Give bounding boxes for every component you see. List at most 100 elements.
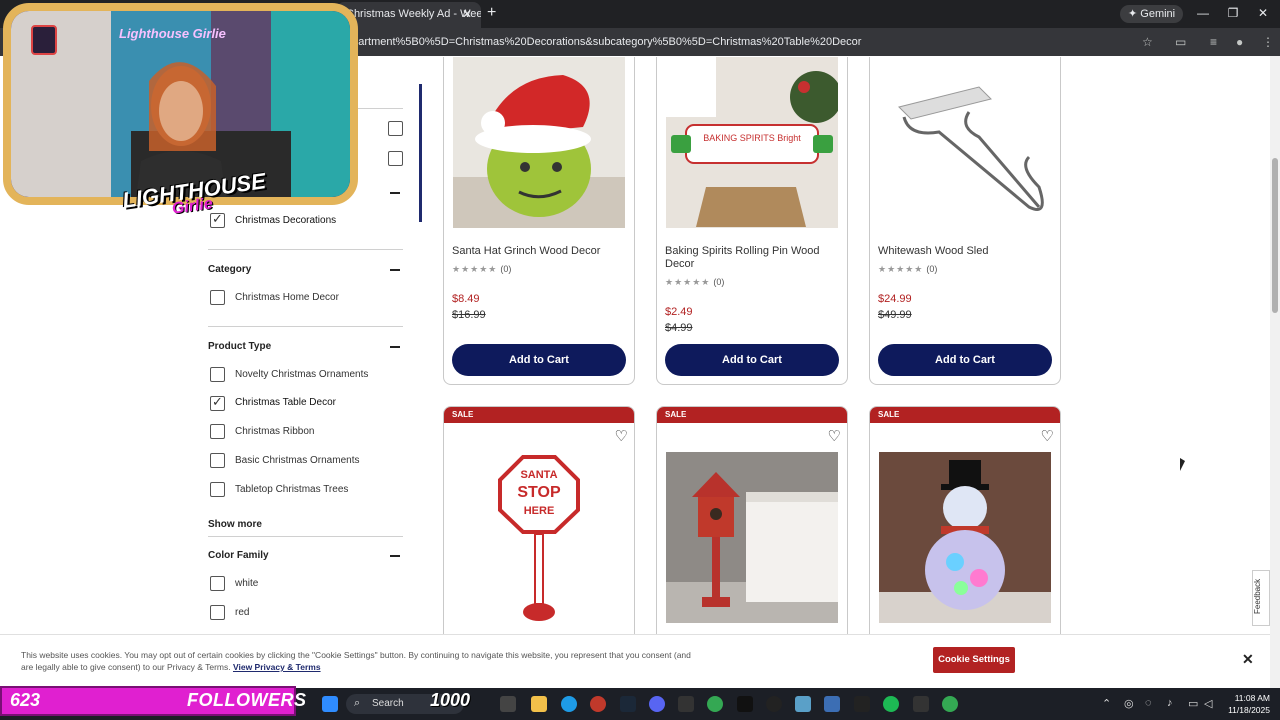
- cookie-settings-button[interactable]: Cookie Settings: [933, 647, 1015, 673]
- review-count: (0): [500, 264, 512, 274]
- privacy-terms-link[interactable]: View Privacy & Terms: [233, 662, 321, 672]
- product-image[interactable]: BAKING SPIRITS Bright: [666, 57, 838, 228]
- collapse-icon[interactable]: [390, 192, 400, 194]
- rating-stars: ★★★★★ (0): [665, 277, 725, 287]
- review-count: (0): [713, 277, 725, 287]
- product-image[interactable]: [666, 452, 838, 623]
- product-type-option: Tabletop Christmas Trees: [235, 484, 349, 495]
- department-label: Christmas Decorations: [235, 215, 337, 226]
- close-window-button[interactable]: ✕: [1253, 6, 1273, 20]
- add-to-cart-button[interactable]: Add to Cart: [452, 344, 626, 376]
- taskbar-clock[interactable]: 11:08 AM 11/18/2025: [1222, 692, 1270, 716]
- add-to-cart-button[interactable]: Add to Cart: [878, 344, 1052, 376]
- calculator-icon[interactable]: [824, 696, 840, 712]
- start-button-icon[interactable]: [322, 696, 338, 712]
- product-image[interactable]: [879, 57, 1051, 228]
- color-checkbox[interactable]: [210, 605, 225, 620]
- wishlist-heart-icon[interactable]: ♡: [615, 427, 628, 445]
- chrome-icon[interactable]: [942, 696, 958, 712]
- app-icon[interactable]: [854, 696, 870, 712]
- app-icon[interactable]: [678, 696, 694, 712]
- chrome-icon[interactable]: [707, 696, 723, 712]
- task-view-icon[interactable]: [500, 696, 516, 712]
- product-name[interactable]: Baking Spirits Rolling Pin Wood Decor: [665, 245, 843, 271]
- cookie-text: This website uses cookies. You may opt o…: [21, 650, 691, 672]
- wishlist-heart-icon[interactable]: ♡: [1041, 427, 1054, 445]
- scrollbar-thumb[interactable]: [1272, 158, 1278, 313]
- product-card[interactable]: BAKING SPIRITS Bright Baking Spirits Rol…: [656, 57, 848, 385]
- product-card[interactable]: SALE ♡ SANTA STOP HERE: [443, 406, 635, 646]
- network-icon[interactable]: ▭: [1188, 697, 1198, 710]
- discord-icon[interactable]: [649, 696, 665, 712]
- close-icon[interactable]: ✕: [1242, 651, 1254, 668]
- product-type-option: Christmas Ribbon: [235, 426, 315, 437]
- color-family-heading: Color Family: [208, 550, 269, 561]
- feedback-tab[interactable]: Feedback: [1252, 570, 1270, 626]
- tray-icon[interactable]: ◎: [1124, 697, 1134, 710]
- volume-icon[interactable]: ◁: [1204, 697, 1212, 710]
- add-to-cart-button[interactable]: Add to Cart: [665, 344, 839, 376]
- mic-icon[interactable]: ♪: [1167, 697, 1173, 709]
- collapse-icon[interactable]: [390, 346, 400, 348]
- spotify-icon[interactable]: [883, 696, 899, 712]
- tab-active[interactable]: Christmas Weekly Ad - Weekly: [336, 2, 481, 28]
- app-icon[interactable]: [913, 696, 929, 712]
- department-checkbox[interactable]: [210, 211, 225, 228]
- sale-price: $24.99: [878, 293, 912, 305]
- product-type-checkbox[interactable]: [210, 482, 225, 497]
- menu-kebab-icon[interactable]: ⋮: [1262, 35, 1274, 49]
- product-type-checkbox[interactable]: [210, 394, 225, 411]
- gemini-button[interactable]: ✦ Gemini: [1120, 5, 1184, 23]
- wishlist-heart-icon[interactable]: ♡: [828, 427, 841, 445]
- product-type-checkbox[interactable]: [210, 453, 225, 468]
- url-field[interactable]: epartment%5B0%5D=Christmas%20Decorations…: [346, 36, 861, 48]
- category-checkbox[interactable]: [210, 290, 225, 305]
- product-name[interactable]: Santa Hat Grinch Wood Decor: [452, 245, 630, 258]
- chevron-up-icon[interactable]: ⌃: [1102, 697, 1111, 710]
- tab-close-icon[interactable]: ✕: [462, 7, 472, 21]
- minimize-button[interactable]: —: [1193, 6, 1213, 20]
- category-option: Christmas Home Decor: [235, 292, 339, 303]
- show-more-link[interactable]: Show more: [208, 519, 262, 530]
- filter-checkbox[interactable]: [388, 121, 403, 136]
- cast-icon[interactable]: ▭: [1175, 35, 1186, 49]
- product-type-option: Novelty Christmas Ornaments: [235, 369, 369, 380]
- filter-divider: [208, 536, 403, 537]
- file-explorer-icon[interactable]: [531, 696, 547, 712]
- collapse-icon[interactable]: [390, 555, 400, 557]
- product-card[interactable]: Santa Hat Grinch Wood Decor ★★★★★ (0) $8.…: [443, 57, 635, 385]
- product-type-heading: Product Type: [208, 341, 272, 352]
- restore-button[interactable]: ❐: [1223, 6, 1243, 20]
- reading-list-icon[interactable]: ≡: [1210, 35, 1217, 49]
- product-image[interactable]: [453, 57, 625, 228]
- bookmark-star-icon[interactable]: ☆: [1142, 35, 1153, 49]
- sparkle-icon: ✦: [1128, 8, 1141, 20]
- profile-avatar[interactable]: ●: [1236, 35, 1243, 49]
- app-icon[interactable]: [737, 696, 753, 712]
- collapse-icon[interactable]: [390, 269, 400, 271]
- rating-stars: ★★★★★ (0): [452, 264, 512, 274]
- media-icon[interactable]: [766, 696, 782, 712]
- filter-checkbox[interactable]: [388, 151, 403, 166]
- product-image[interactable]: [879, 452, 1051, 623]
- page-scrollbar[interactable]: [1270, 56, 1280, 688]
- sign-text: SANTA: [520, 469, 557, 481]
- webcam-overlay: Lighthouse Girlie: [3, 3, 358, 205]
- product-name[interactable]: Whitewash Wood Sled: [878, 245, 1056, 258]
- product-type-checkbox[interactable]: [210, 367, 225, 382]
- product-image[interactable]: SANTA STOP HERE: [453, 452, 625, 623]
- product-card[interactable]: SALE ♡: [656, 406, 848, 646]
- product-card[interactable]: Whitewash Wood Sled ★★★★★ (0) $24.99 $49.…: [869, 57, 1061, 385]
- product-type-checkbox[interactable]: [210, 424, 225, 439]
- product-card[interactable]: SALE ♡: [869, 406, 1061, 646]
- cam-title: Lighthouse Girlie: [119, 26, 226, 41]
- steam-icon[interactable]: [620, 696, 636, 712]
- color-checkbox[interactable]: [210, 576, 225, 591]
- new-tab-button[interactable]: +: [487, 4, 496, 22]
- app-icon[interactable]: [795, 696, 811, 712]
- tray-icon[interactable]: ◌: [1145, 697, 1152, 709]
- product-type-option: Christmas Table Decor: [235, 397, 336, 408]
- app-icon[interactable]: [590, 696, 606, 712]
- sign-text: STOP: [517, 484, 561, 501]
- edge-icon[interactable]: [561, 696, 577, 712]
